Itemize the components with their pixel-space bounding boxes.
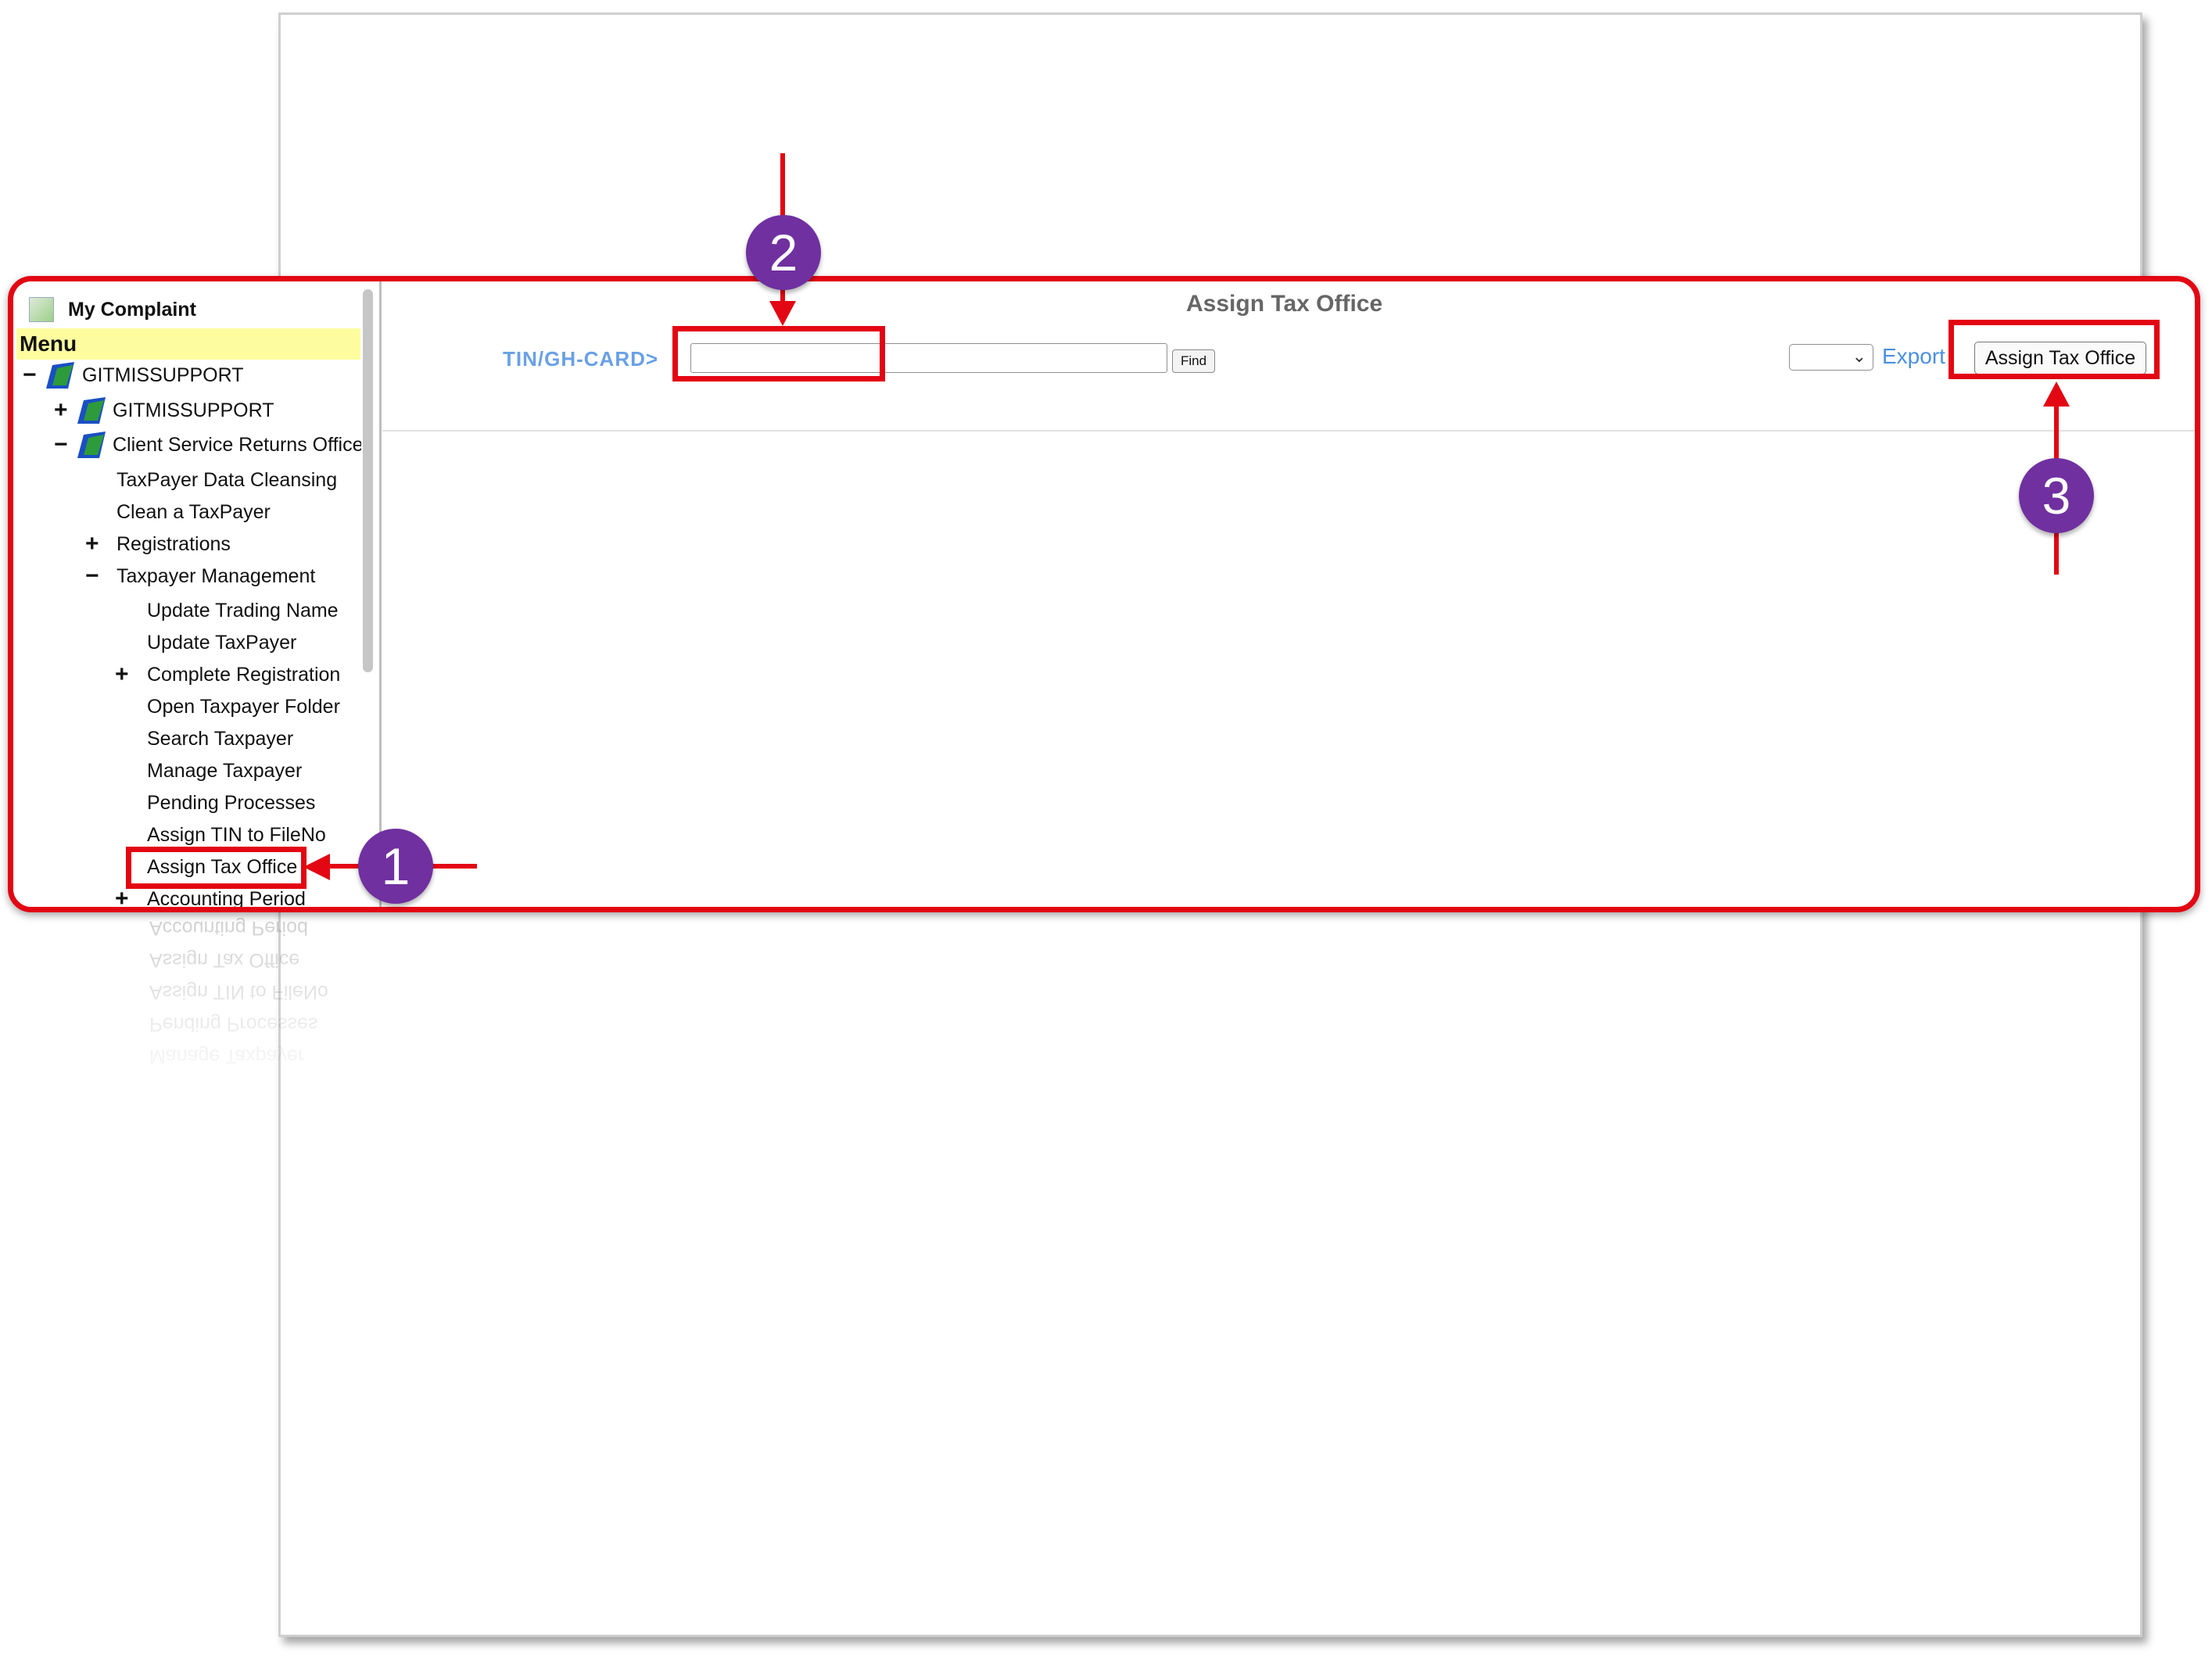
find-button[interactable]: Find xyxy=(1172,349,1215,373)
folder-icon xyxy=(77,432,106,458)
expand-toggle[interactable]: + xyxy=(85,531,99,557)
tree-item-open-taxpayer-folder[interactable]: Open Taxpayer Folder xyxy=(147,693,340,720)
tree-item-clean-taxpayer[interactable]: Clean a TaxPayer xyxy=(117,499,271,525)
tree-item-pending-processes[interactable]: Pending Processes xyxy=(147,790,315,816)
tree-item-assign-tin[interactable]: Assign TIN to FileNo xyxy=(147,822,326,848)
folder-icon xyxy=(46,362,74,389)
tree-item-search-taxpayer[interactable]: Search Taxpayer xyxy=(147,725,293,752)
export-link[interactable]: Export xyxy=(1882,344,1945,369)
tree-item-client-service[interactable]: Client Service Returns Office xyxy=(113,432,361,458)
broken-image-icon xyxy=(29,297,54,322)
reflection-text: Accounting Period xyxy=(149,917,308,939)
collapse-toggle[interactable]: − xyxy=(85,563,99,589)
collapse-toggle[interactable]: − xyxy=(23,362,37,389)
my-complaint-link[interactable]: My Complaint xyxy=(29,294,196,325)
menu-header: Menu xyxy=(16,328,360,360)
sidebar-scrollbar[interactable] xyxy=(363,289,373,672)
arrow-head-left-icon xyxy=(303,854,330,880)
tree-item-gitmissupport-root[interactable]: GITMISSUPPORT xyxy=(82,362,244,389)
tree-item-gitmissupport[interactable]: GITMISSUPPORT xyxy=(113,397,274,424)
reflection-text: Pending Processes xyxy=(149,1013,318,1035)
tree-item-accounting-period[interactable]: Accounting Period xyxy=(147,886,306,907)
arrow-head-down-icon xyxy=(769,301,796,326)
expand-toggle[interactable]: + xyxy=(54,397,68,424)
tin-label: TIN/GH-CARD> xyxy=(503,347,659,371)
step-badge-1: 1 xyxy=(358,829,433,904)
sidebar-divider xyxy=(379,281,382,907)
tree-item-data-cleansing[interactable]: TaxPayer Data Cleansing xyxy=(117,467,337,493)
tree-item-taxpayer-management[interactable]: Taxpayer Management xyxy=(117,563,315,589)
my-complaint-label: My Complaint xyxy=(68,298,196,321)
step-badge-3: 3 xyxy=(2019,458,2094,533)
page-title: Assign Tax Office xyxy=(1186,291,1383,317)
tree-item-manage-taxpayer[interactable]: Manage Taxpayer xyxy=(147,758,302,784)
tree-item-update-trading-name[interactable]: Update Trading Name xyxy=(147,597,339,624)
reflection-text: Manage Taxpayer xyxy=(149,1045,305,1067)
collapse-toggle[interactable]: − xyxy=(54,432,68,458)
highlight-assign-button xyxy=(1948,320,2160,379)
expand-toggle[interactable]: + xyxy=(115,661,129,688)
tree-item-update-taxpayer[interactable]: Update TaxPayer xyxy=(147,629,296,656)
highlight-assign-tax-office-menu xyxy=(126,847,307,889)
expand-toggle[interactable]: + xyxy=(115,886,129,907)
app-window: My Complaint Menu − GITMISSUPPORT + GITM… xyxy=(8,276,2200,912)
tree-item-registrations[interactable]: Registrations xyxy=(117,531,231,557)
tree-item-complete-registration[interactable]: Complete Registration xyxy=(147,661,340,688)
frame-reflection: Manage Taxpayer Pending Processes Assign… xyxy=(8,913,2200,1101)
reflection-text: Assign TIN to FileNo xyxy=(149,981,328,1003)
chevron-down-icon: ⌄ xyxy=(1852,346,1866,366)
content-divider xyxy=(382,430,2195,432)
sidebar: My Complaint Menu − GITMISSUPPORT + GITM… xyxy=(13,281,381,907)
step-badge-2: 2 xyxy=(746,215,821,290)
highlight-tin-input xyxy=(672,326,885,382)
folder-icon xyxy=(77,397,106,424)
reflection-text: Assign Tax Office xyxy=(149,949,300,971)
export-format-select[interactable]: ⌄ xyxy=(1789,344,1873,371)
